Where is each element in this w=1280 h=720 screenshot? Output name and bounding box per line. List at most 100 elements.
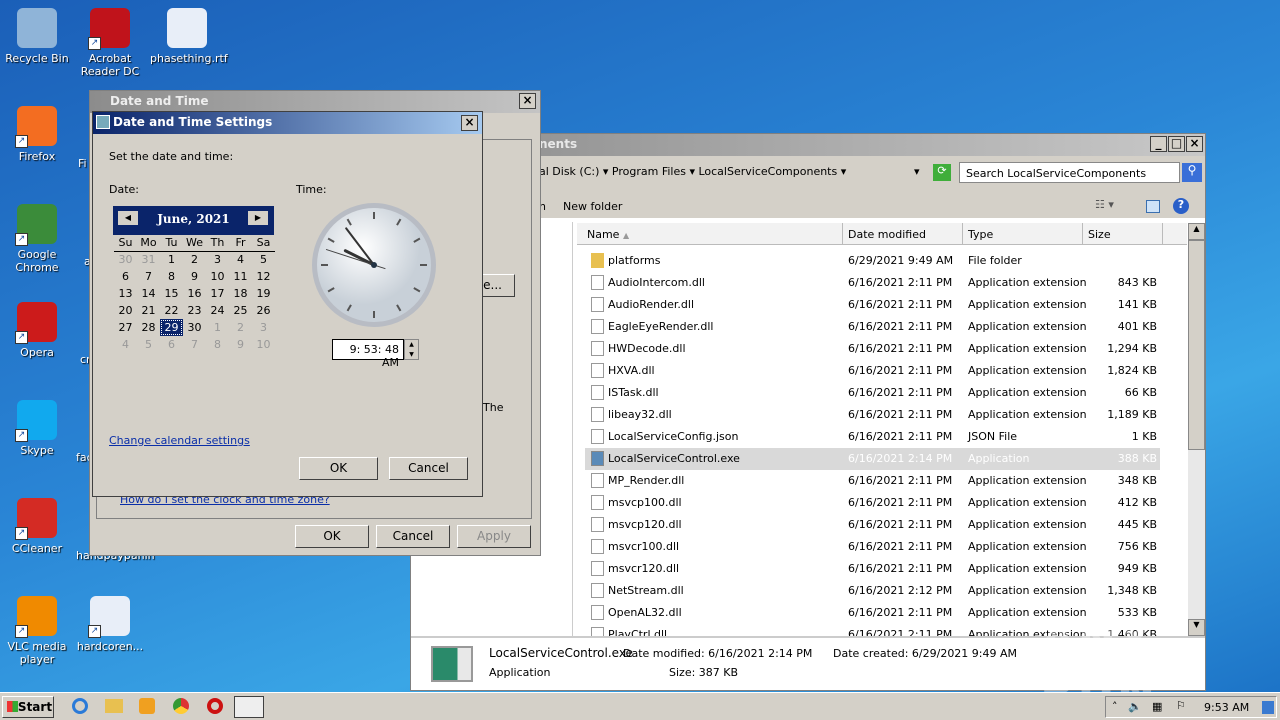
calendar-day[interactable]: 30 <box>183 319 206 336</box>
calendar-day[interactable]: 4 <box>114 336 137 353</box>
file-row[interactable]: LocalServiceControl.exe 6/16/2021 2:14 P… <box>585 448 1160 470</box>
calendar-day[interactable]: 11 <box>229 268 252 285</box>
address-bar[interactable]: al Disk (C:) ▾ Program Files ▾ LocalServ… <box>539 161 929 182</box>
calendar-day[interactable]: 28 <box>137 319 160 336</box>
opera-taskbar-icon[interactable] <box>207 698 223 714</box>
change-calendar-settings-link[interactable]: Change calendar settings <box>109 434 250 447</box>
file-row[interactable]: LocalServiceConfig.json 6/16/2021 2:11 P… <box>585 426 1160 448</box>
calendar-day[interactable]: 5 <box>137 336 160 353</box>
breadcrumb-item[interactable]: Program Files <box>612 165 686 178</box>
search-input[interactable]: Search LocalServiceComponents <box>959 162 1180 183</box>
calendar-day[interactable]: 6 <box>160 336 183 353</box>
show-hidden-icons[interactable]: ˄ <box>1112 700 1118 713</box>
file-row[interactable]: EagleEyeRender.dll 6/16/2021 2:11 PM App… <box>585 316 1160 338</box>
calendar-day[interactable]: 8 <box>160 268 183 285</box>
taskbar-clock[interactable]: 9:53 AM <box>1204 701 1249 714</box>
calendar-day[interactable]: 14 <box>137 285 160 302</box>
network-icon[interactable]: ▦ <box>1152 700 1162 713</box>
datetime-taskbar-button[interactable] <box>234 696 264 718</box>
calendar-day[interactable]: 16 <box>183 285 206 302</box>
desktop-icon[interactable]: Recycle Bin <box>0 8 74 65</box>
column-header-date-modified[interactable]: Date modified <box>843 223 963 245</box>
date-and-time-title-bar[interactable]: Date and Time × <box>90 91 540 113</box>
calendar-day[interactable]: 5 <box>252 251 275 268</box>
cancel-button[interactable]: Cancel <box>389 457 468 480</box>
calendar-day[interactable]: 13 <box>114 285 137 302</box>
show-desktop-button[interactable] <box>1262 701 1274 714</box>
calendar-day[interactable]: 3 <box>206 251 229 268</box>
maximize-button[interactable]: □ <box>1168 136 1185 152</box>
calendar-day[interactable]: 1 <box>206 319 229 336</box>
desktop-icon[interactable]: ↗ VLC media player <box>0 596 74 666</box>
desktop-icon[interactable]: ↗ Skype <box>0 400 74 457</box>
calendar-day[interactable]: 10 <box>252 336 275 353</box>
column-header-type[interactable]: Type <box>963 223 1083 245</box>
calendar-grid[interactable]: Su Mo Tu We Th Fr Sa 30 31 1 2 3 4 5 6 7 8 9 10 11 12 13 14 15 1… <box>114 234 275 353</box>
ok-button[interactable]: OK <box>299 457 378 480</box>
calendar-day[interactable]: 15 <box>160 285 183 302</box>
calendar-day[interactable]: 31 <box>137 251 160 268</box>
desktop-icon[interactable]: ↗ Acrobat Reader DC <box>73 8 147 78</box>
calendar-day[interactable]: 8 <box>206 336 229 353</box>
calendar-day[interactable]: 19 <box>252 285 275 302</box>
calendar-day[interactable]: 17 <box>206 285 229 302</box>
calendar-day[interactable]: 2 <box>229 319 252 336</box>
calendar-day[interactable]: 6 <box>114 268 137 285</box>
file-row[interactable]: HWDecode.dll 6/16/2021 2:11 PM Applicati… <box>585 338 1160 360</box>
calendar-day[interactable]: 30 <box>114 251 137 268</box>
ie-taskbar-icon[interactable] <box>72 698 88 714</box>
calendar-day[interactable]: 10 <box>206 268 229 285</box>
file-row[interactable]: msvcr100.dll 6/16/2021 2:11 PM Applicati… <box>585 536 1160 558</box>
calendar-day[interactable]: 7 <box>137 268 160 285</box>
desktop-icon[interactable]: ↗ Opera <box>0 302 74 359</box>
chrome-taskbar-icon[interactable] <box>173 698 189 714</box>
calendar-day[interactable]: 3 <box>252 319 275 336</box>
calendar-day[interactable]: 27 <box>114 319 137 336</box>
explorer-taskbar-icon[interactable] <box>105 699 123 713</box>
cancel-button[interactable]: Cancel <box>376 525 450 548</box>
file-row[interactable]: ISTask.dll 6/16/2021 2:11 PM Application… <box>585 382 1160 404</box>
file-row[interactable]: msvcp120.dll 6/16/2021 2:11 PM Applicati… <box>585 514 1160 536</box>
column-header-name[interactable]: Name ▲ <box>577 223 843 245</box>
file-row[interactable]: libeay32.dll 6/16/2021 2:11 PM Applicati… <box>585 404 1160 426</box>
new-folder-button[interactable]: New folder <box>563 200 622 213</box>
view-options-icon[interactable]: ☷ ▾ <box>1095 198 1114 211</box>
close-button[interactable]: × <box>1186 136 1203 152</box>
calendar-day[interactable]: 25 <box>229 302 252 319</box>
desktop-icon[interactable]: ↗ Google Chrome <box>0 204 74 274</box>
file-row[interactable]: platforms 6/29/2021 9:49 AM File folder <box>585 250 1160 272</box>
calendar-day[interactable]: 18 <box>229 285 252 302</box>
next-month-button[interactable]: ▶ <box>248 211 268 225</box>
calendar-day[interactable]: 29 <box>160 319 183 336</box>
desktop-icon[interactable]: ↗ Firefox <box>0 106 74 163</box>
ok-button[interactable]: OK <box>295 525 369 548</box>
apply-button[interactable]: Apply <box>457 525 531 548</box>
file-row[interactable]: HXVA.dll 6/16/2021 2:11 PM Application e… <box>585 360 1160 382</box>
calendar-day[interactable]: 7 <box>183 336 206 353</box>
media-player-taskbar-icon[interactable] <box>139 698 155 714</box>
desktop-icon[interactable]: ↗ CCleaner <box>0 498 74 555</box>
scrollbar-thumb[interactable] <box>1188 240 1205 450</box>
file-row[interactable]: AudioIntercom.dll 6/16/2021 2:11 PM Appl… <box>585 272 1160 294</box>
desktop-icon[interactable]: ↗ hardcoren... <box>73 596 147 653</box>
volume-icon[interactable]: 🔈 <box>1128 700 1142 713</box>
close-button[interactable]: × <box>461 115 478 131</box>
file-row[interactable]: msvcr120.dll 6/16/2021 2:11 PM Applicati… <box>585 558 1160 580</box>
breadcrumb-item[interactable]: LocalServiceComponents <box>698 165 837 178</box>
file-row[interactable]: AudioRender.dll 6/16/2021 2:11 PM Applic… <box>585 294 1160 316</box>
help-icon[interactable]: ? <box>1173 198 1189 214</box>
calendar-day[interactable]: 23 <box>183 302 206 319</box>
calendar-day[interactable]: 12 <box>252 268 275 285</box>
calendar-day[interactable]: 20 <box>114 302 137 319</box>
breadcrumb-item[interactable]: al Disk (C:) <box>539 165 599 178</box>
desktop-icon[interactable]: phasething.rtf <box>150 8 228 65</box>
refresh-button[interactable]: ⟳ <box>933 164 951 181</box>
start-button[interactable]: Start <box>2 696 54 718</box>
time-spinner[interactable]: ▲ ▼ <box>404 339 419 360</box>
column-header-size[interactable]: Size <box>1083 223 1163 245</box>
file-row[interactable]: NetStream.dll 6/16/2021 2:12 PM Applicat… <box>585 580 1160 602</box>
calendar-day[interactable]: 9 <box>229 336 252 353</box>
calendar-day[interactable]: 4 <box>229 251 252 268</box>
calendar-day[interactable]: 26 <box>252 302 275 319</box>
calendar-day[interactable]: 24 <box>206 302 229 319</box>
